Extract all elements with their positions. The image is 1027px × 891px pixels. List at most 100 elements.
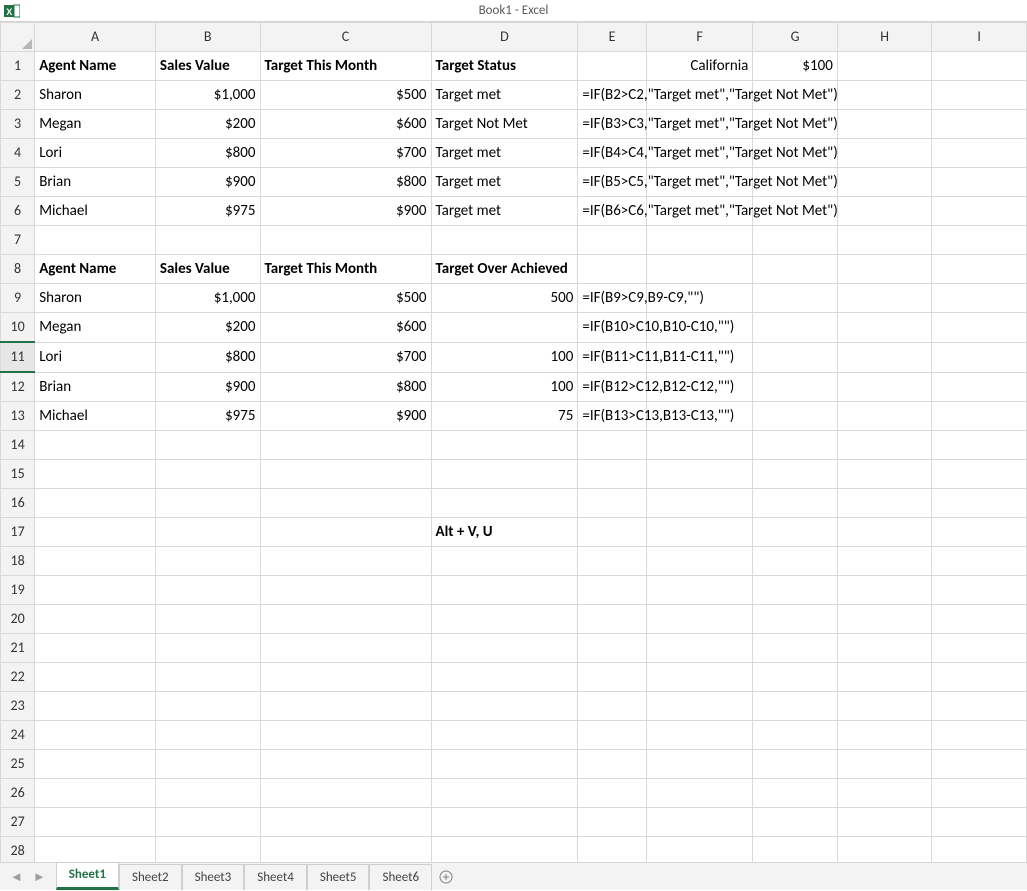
cell-A22[interactable] [35,663,156,692]
cell-E22[interactable] [578,663,646,692]
cell-E1[interactable] [578,52,646,81]
cell-I19[interactable] [932,576,1027,605]
cell-H25[interactable] [837,750,932,779]
cell-H21[interactable] [837,634,932,663]
cell-A14[interactable] [35,431,156,460]
cell-D10[interactable] [431,313,578,343]
cell-G14[interactable] [753,431,837,460]
row-19[interactable]: 19 [1,576,1027,605]
cell-C17[interactable] [260,518,431,547]
row-6[interactable]: 6 Michael $975 $900 Target met =IF(B6>C6… [1,197,1027,226]
row-18[interactable]: 18 [1,547,1027,576]
cell-E15[interactable] [578,460,646,489]
cell-A18[interactable] [35,547,156,576]
cell-C19[interactable] [260,576,431,605]
row-header-3[interactable]: 3 [1,110,35,139]
cell-B9[interactable]: $1,000 [155,284,260,313]
cell-D12[interactable]: 100 [431,372,578,402]
cell-C8[interactable]: Target This Month [260,255,431,284]
cell-A3[interactable]: Megan [35,110,156,139]
cell-H6[interactable] [837,197,932,226]
cell-G22[interactable] [753,663,837,692]
cell-H22[interactable] [837,663,932,692]
cell-I2[interactable] [932,81,1027,110]
cell-B28[interactable] [155,837,260,863]
cell-F7[interactable] [646,226,753,255]
cell-G18[interactable] [753,547,837,576]
row-1[interactable]: 1 Agent Name Sales Value Target This Mon… [1,52,1027,81]
cell-H26[interactable] [837,779,932,808]
cell-D25[interactable] [431,750,578,779]
cell-D2[interactable]: Target met [431,81,578,110]
cell-C28[interactable] [260,837,431,863]
cell-C1[interactable]: Target This Month [260,52,431,81]
row-header-15[interactable]: 15 [1,460,35,489]
cell-E7[interactable] [578,226,646,255]
cell-B20[interactable] [155,605,260,634]
row-header-6[interactable]: 6 [1,197,35,226]
cell-B17[interactable] [155,518,260,547]
cell-H18[interactable] [837,547,932,576]
cell-I1[interactable] [932,52,1027,81]
cell-F25[interactable] [646,750,753,779]
row-26[interactable]: 26 [1,779,1027,808]
cell-C4[interactable]: $700 [260,139,431,168]
cell-A28[interactable] [35,837,156,863]
cell-C24[interactable] [260,721,431,750]
cell-G17[interactable] [753,518,837,547]
cell-D14[interactable] [431,431,578,460]
cell-I26[interactable] [932,779,1027,808]
cell-G20[interactable] [753,605,837,634]
cell-A7[interactable] [35,226,156,255]
cell-H23[interactable] [837,692,932,721]
cell-E11[interactable]: =IF(B11>C11,B11-C11,"") [578,342,646,372]
cell-H14[interactable] [837,431,932,460]
cell-D7[interactable] [431,226,578,255]
sheet-tab-5[interactable]: Sheet5 [307,864,370,890]
cell-B15[interactable] [155,460,260,489]
cell-I20[interactable] [932,605,1027,634]
cell-G28[interactable] [753,837,837,863]
cell-F27[interactable] [646,808,753,837]
cell-C25[interactable] [260,750,431,779]
row-header-26[interactable]: 26 [1,779,35,808]
cell-A2[interactable]: Sharon [35,81,156,110]
cell-H12[interactable] [837,372,932,402]
row-header-28[interactable]: 28 [1,837,35,863]
cell-B10[interactable]: $200 [155,313,260,343]
cell-C2[interactable]: $500 [260,81,431,110]
row-header-14[interactable]: 14 [1,431,35,460]
cell-G23[interactable] [753,692,837,721]
col-header-H[interactable]: H [837,23,932,52]
row-header-8[interactable]: 8 [1,255,35,284]
cell-I3[interactable] [932,110,1027,139]
row-13[interactable]: 13 Michael $975 $900 75 =IF(B13>C13,B13-… [1,402,1027,431]
cell-H20[interactable] [837,605,932,634]
cell-F1[interactable]: California [646,52,753,81]
cell-H17[interactable] [837,518,932,547]
cell-E18[interactable] [578,547,646,576]
cell-C26[interactable] [260,779,431,808]
col-header-G[interactable]: G [753,23,837,52]
cell-H27[interactable] [837,808,932,837]
cell-A10[interactable]: Megan [35,313,156,343]
cell-E14[interactable] [578,431,646,460]
cell-H11[interactable] [837,342,932,372]
cell-E16[interactable] [578,489,646,518]
row-header-24[interactable]: 24 [1,721,35,750]
spreadsheet[interactable]: A B C D E F G H I 1 Agent Name Sales Val… [0,22,1027,862]
cell-F15[interactable] [646,460,753,489]
cell-E26[interactable] [578,779,646,808]
cell-I4[interactable] [932,139,1027,168]
cell-F14[interactable] [646,431,753,460]
cell-E19[interactable] [578,576,646,605]
cell-A27[interactable] [35,808,156,837]
cell-E25[interactable] [578,750,646,779]
cell-C20[interactable] [260,605,431,634]
cell-I10[interactable] [932,313,1027,343]
row-header-27[interactable]: 27 [1,808,35,837]
row-header-21[interactable]: 21 [1,634,35,663]
row-3[interactable]: 3 Megan $200 $600 Target Not Met =IF(B3>… [1,110,1027,139]
row-9[interactable]: 9 Sharon $1,000 $500 500 =IF(B9>C9,B9-C9… [1,284,1027,313]
cell-D1[interactable]: Target Status [431,52,578,81]
